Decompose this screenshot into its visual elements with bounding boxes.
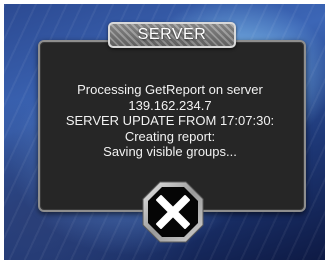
message-line: SERVER UPDATE FROM 17:07:30: <box>65 113 275 128</box>
message-line: Saving visible groups... <box>103 144 237 159</box>
message-line: Processing GetReport on server <box>77 82 263 97</box>
message-line: 139.162.234.7 <box>128 97 212 113</box>
dialog-title: SERVER <box>137 26 207 43</box>
close-x-icon <box>142 181 204 243</box>
message-line: Creating report: <box>124 128 216 144</box>
game-screen: SERVER Processing GetReport on server 13… <box>0 0 329 264</box>
dialog-title-tab: SERVER <box>108 22 236 48</box>
close-button[interactable] <box>141 180 205 244</box>
dialog-message: Processing GetReport on server 139.162.2… <box>40 82 300 160</box>
